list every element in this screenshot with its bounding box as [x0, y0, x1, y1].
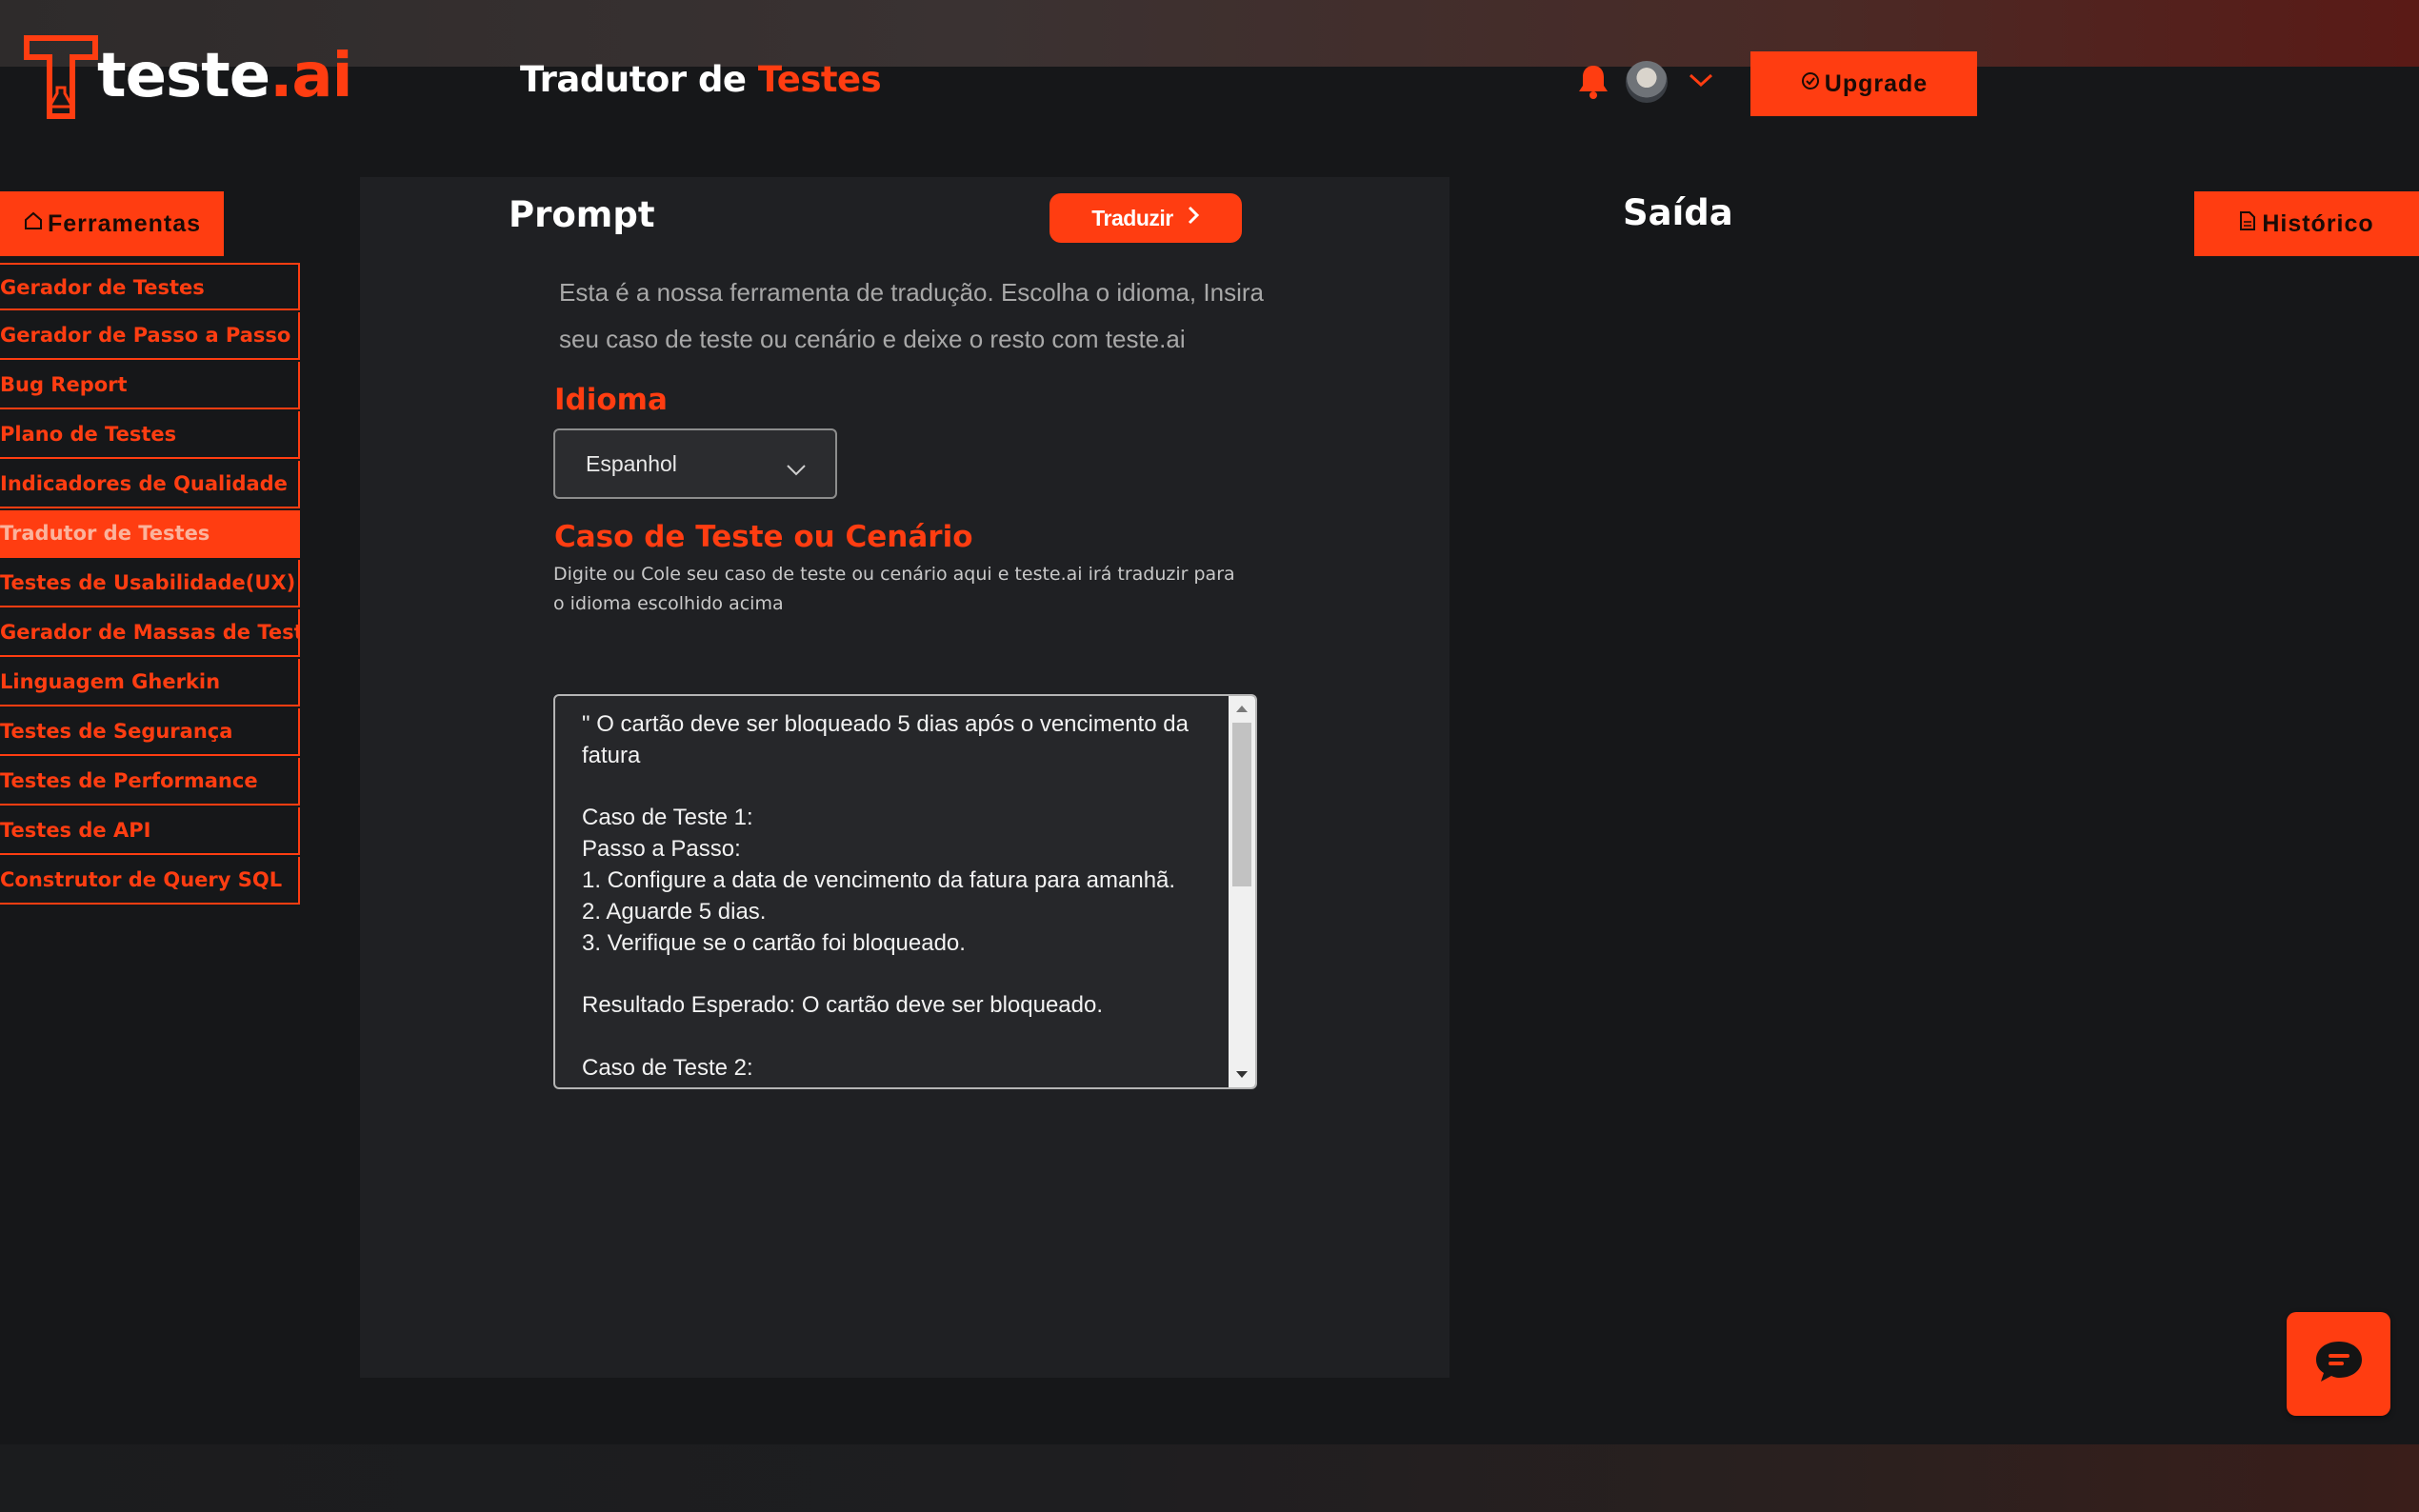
- chevron-down-icon: [786, 457, 807, 476]
- scroll-thumb[interactable]: [1232, 723, 1251, 886]
- intro-text: Esta é a nossa ferramenta de tradução. E…: [559, 278, 1264, 353]
- sidebar-item-testes-de-seguranca[interactable]: Testes de Segurança: [0, 708, 300, 756]
- case-textarea-content: " O cartão deve ser bloqueado 5 dias apó…: [582, 711, 1189, 1081]
- home-icon: [23, 210, 44, 238]
- translate-label: Traduzir: [1091, 205, 1173, 230]
- chevron-down-icon[interactable]: [1688, 70, 1714, 90]
- sidebar-item-gerador-de-passo-a-passo[interactable]: Gerador de Passo a Passo: [0, 312, 300, 360]
- scroll-down-icon[interactable]: [1236, 1071, 1248, 1078]
- sidebar-item-gerador-de-testes[interactable]: Gerador de Testes: [0, 263, 300, 310]
- sidebar-item-plano-de-testes[interactable]: Plano de Testes: [0, 411, 300, 459]
- avatar[interactable]: [1626, 61, 1668, 103]
- tools-button[interactable]: Ferramentas: [0, 191, 224, 256]
- sidebar-item-testes-de-performance[interactable]: Testes de Performance: [0, 758, 300, 806]
- upgrade-badge-icon: [1800, 70, 1821, 98]
- sidebar-item-construtor-query-sql[interactable]: Construtor de Query SQL: [0, 857, 300, 905]
- textarea-scrollbar[interactable]: [1229, 696, 1255, 1087]
- logo-text: teste.ai: [97, 41, 353, 111]
- tools-label: Ferramentas: [47, 209, 202, 237]
- sidebar-item-gerador-de-massas[interactable]: Gerador de Massas de Teste: [0, 609, 300, 657]
- upgrade-button[interactable]: Upgrade: [1750, 51, 1977, 116]
- language-select[interactable]: Espanhol: [553, 428, 837, 499]
- translate-button[interactable]: Traduzir: [1050, 193, 1242, 243]
- scroll-up-icon[interactable]: [1236, 706, 1248, 712]
- case-label: Caso de Teste ou Cenário: [554, 520, 973, 554]
- sidebar-item-testes-de-usabilidade[interactable]: Testes de Usabilidade(UX): [0, 560, 300, 607]
- upgrade-label: Upgrade: [1824, 70, 1929, 97]
- sidebar-item-indicadores-de-qualidade[interactable]: Indicadores de Qualidade: [0, 461, 300, 508]
- case-hint: Digite ou Cole seu caso de teste ou cená…: [553, 564, 1235, 614]
- logo-t-icon: [23, 32, 99, 120]
- language-label: Idioma: [554, 383, 668, 417]
- language-select-value: Espanhol: [586, 450, 677, 476]
- sidebar-item-linguagem-gherkin[interactable]: Linguagem Gherkin: [0, 659, 300, 706]
- sidebar-menu: Gerador de Testes Gerador de Passo a Pas…: [0, 263, 300, 906]
- page-title: Tradutor de Testes: [520, 59, 882, 100]
- chat-icon: [2312, 1338, 2366, 1390]
- logo[interactable]: teste.ai: [23, 32, 353, 120]
- document-icon: [2239, 210, 2256, 238]
- chevron-right-icon: [1187, 205, 1200, 231]
- history-label: Histórico: [2262, 209, 2374, 237]
- prompt-title: Prompt: [509, 194, 655, 235]
- sidebar-item-tradutor-de-testes[interactable]: Tradutor de Testes: [0, 510, 300, 558]
- history-button[interactable]: Histórico: [2194, 191, 2419, 256]
- output-title: Saída: [1623, 192, 1733, 233]
- browser-bottom-strip: [0, 1444, 2419, 1512]
- chat-button[interactable]: [2287, 1312, 2390, 1416]
- sidebar-item-bug-report[interactable]: Bug Report: [0, 362, 300, 409]
- browser-top-strip: [0, 0, 2419, 67]
- sidebar-item-testes-de-api[interactable]: Testes de API: [0, 807, 300, 855]
- case-textarea[interactable]: " O cartão deve ser bloqueado 5 dias apó…: [553, 694, 1257, 1089]
- bell-icon[interactable]: [1577, 63, 1609, 101]
